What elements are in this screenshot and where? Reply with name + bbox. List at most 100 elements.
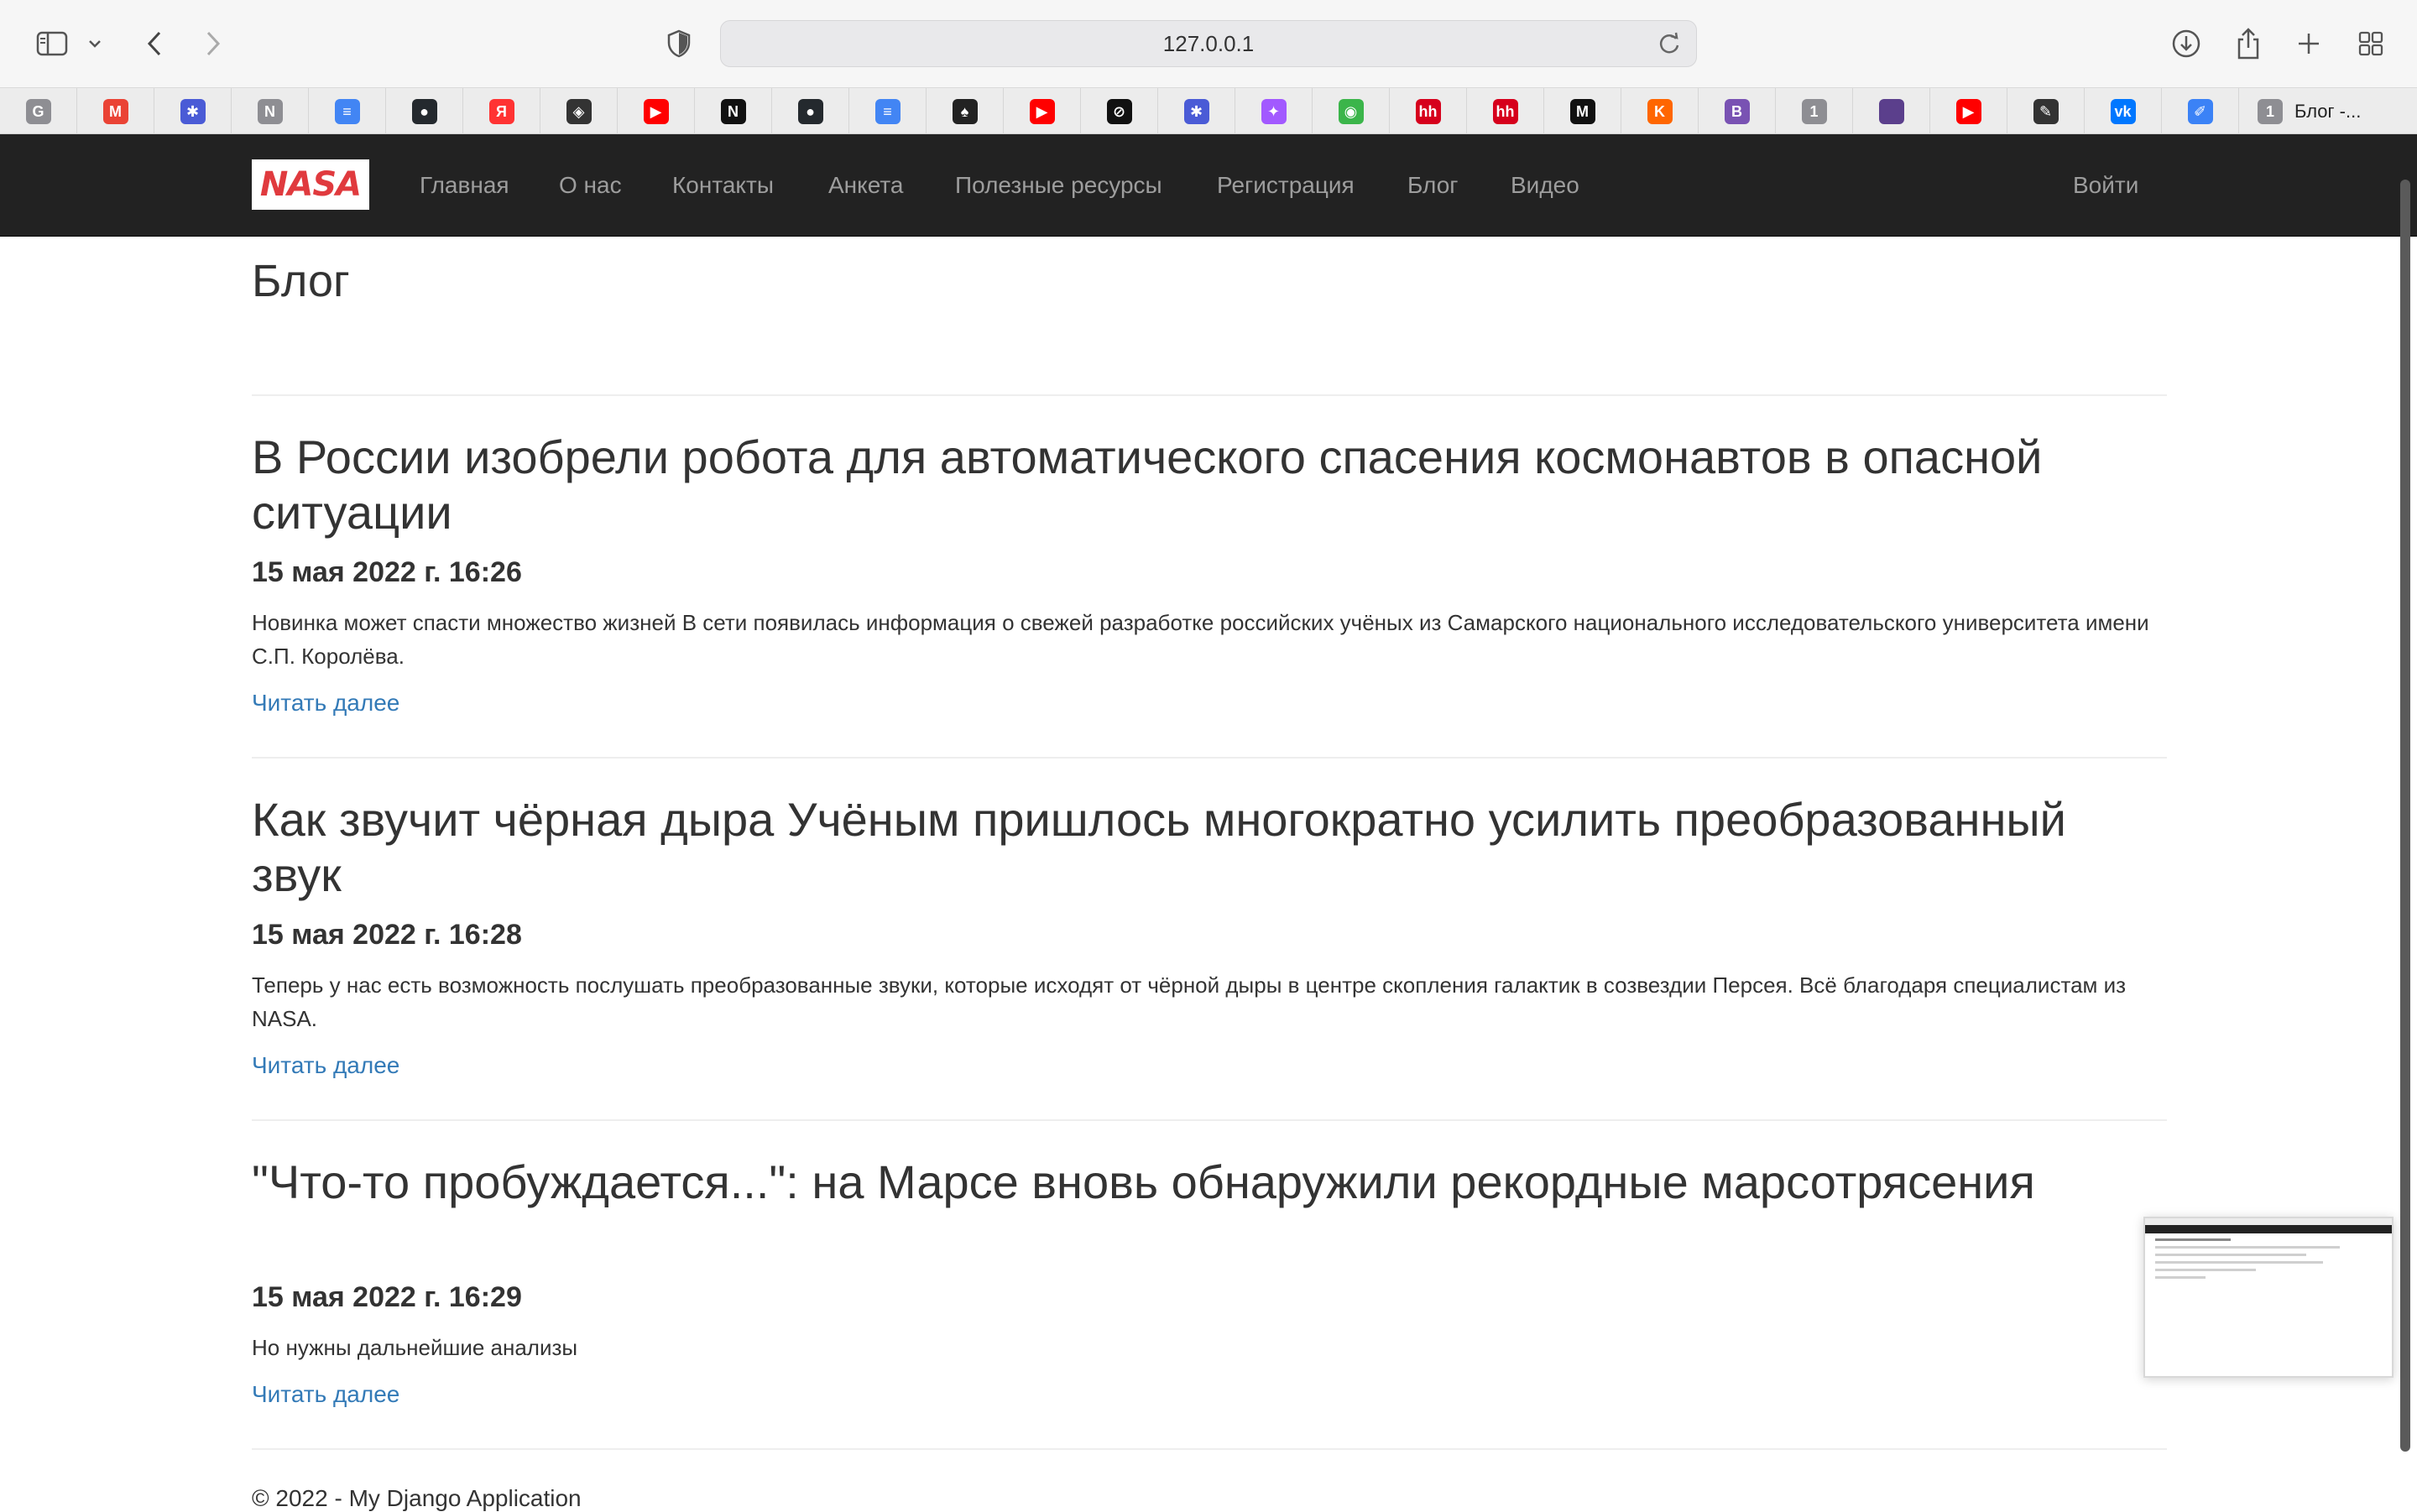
favorite-item[interactable]: ✱ [154, 88, 232, 135]
favorite-item[interactable]: ● [386, 88, 463, 135]
favorite-item[interactable]: G [0, 88, 77, 135]
favorite-item[interactable] [1853, 88, 1930, 135]
nasa-logo[interactable]: NASA [252, 159, 369, 210]
download-icon[interactable] [2170, 22, 2202, 65]
favorite-item[interactable]: vk [2085, 88, 2162, 135]
logo-text: NASA [259, 165, 362, 204]
divider [252, 1119, 2167, 1121]
feather-icon: ✐ [2187, 99, 2213, 124]
post-date: 15 мая 2022 г. 16:29 [252, 1281, 522, 1313]
favorite-item[interactable]: ◉ [1313, 88, 1390, 135]
screenshot-thumbnail[interactable] [2143, 1217, 2394, 1378]
favorite-item[interactable]: ▶ [1930, 88, 2007, 135]
scrollbar[interactable] [2400, 180, 2410, 1452]
thumbnail-line [2155, 1254, 2306, 1256]
post-title: В России изобрели робота для автоматичес… [252, 430, 2043, 539]
gmail-icon: M [102, 99, 128, 124]
favorite-item[interactable]: ▶ [618, 88, 695, 135]
hh-icon: hh [1415, 99, 1441, 124]
nav-item-survey[interactable]: Анкета [828, 164, 903, 206]
nav-item-registration[interactable]: Регистрация [1217, 164, 1355, 206]
read-more-link[interactable]: Читать далее [252, 690, 399, 717]
favorite-item[interactable]: hh [1390, 88, 1467, 135]
nav-item-home[interactable]: Главная [420, 164, 509, 206]
favorite-item[interactable]: M [77, 88, 154, 135]
favorite-item[interactable]: ♠ [927, 88, 1004, 135]
post-text: Новинка может спасти множество жизней В … [252, 610, 2149, 669]
browser-toolbar: 127.0.0.1 [0, 0, 2417, 87]
vk-icon: vk [2110, 99, 2136, 124]
favorite-item[interactable]: B [1699, 88, 1776, 135]
favorite-item[interactable]: ⊘ [1081, 88, 1158, 135]
shield-icon[interactable] [665, 22, 693, 65]
thumbnail-line [2155, 1238, 2231, 1241]
page-title: Блог [252, 256, 350, 306]
read-more-link[interactable]: Читать далее [252, 1052, 399, 1079]
favorite-item[interactable]: N [232, 88, 309, 135]
favorite-item[interactable]: hh [1467, 88, 1544, 135]
favorites-bar: G M ✱ N ≡ ● Я ◈ ▶ N ● ≡ ♠ ▶ ⊘ ✱ ✦ ◉ hh hh M K B 1 ▶ ✎ vk ✐ 1 Блог -… [0, 87, 2417, 135]
post-text: Теперь у нас есть возможность послушать … [252, 972, 2127, 1031]
yandex-icon: Я [488, 99, 514, 124]
link-icon: ⊘ [1106, 99, 1132, 124]
thumbnail-line [2155, 1261, 2323, 1264]
green-circle-icon: ◉ [1338, 99, 1364, 124]
site-navbar: NASA Главная О нас Контакты Анкета Полез… [0, 134, 2417, 237]
post-title: "Что-то пробуждается...": на Марсе вновь… [252, 1155, 2035, 1208]
circle-logo-icon: ◈ [566, 99, 592, 124]
nav-item-about[interactable]: О нас [559, 164, 622, 206]
read-more-link[interactable]: Читать далее [252, 1381, 399, 1408]
favorite-item[interactable]: Я [463, 88, 540, 135]
docs-icon: ≡ [874, 99, 901, 124]
favorite-item[interactable]: ✦ [1235, 88, 1313, 135]
favorite-item[interactable]: ◈ [540, 88, 618, 135]
hh-icon: hh [1492, 99, 1518, 124]
favorite-item[interactable]: M [1544, 88, 1621, 135]
nav-item-contacts[interactable]: Контакты [672, 164, 774, 206]
nav-item-resources[interactable]: Полезные ресурсы [955, 164, 1162, 206]
share-icon[interactable] [2232, 22, 2264, 65]
url-text: 127.0.0.1 [1162, 30, 1255, 56]
thumbnail-line [2155, 1269, 2256, 1271]
favorite-item[interactable]: ▶ [1004, 88, 1081, 135]
figma-icon: ✦ [1261, 99, 1287, 124]
favorite-item[interactable]: ✱ [1158, 88, 1235, 135]
nav-item-video[interactable]: Видео [1511, 164, 1579, 206]
thumbnail-line [2155, 1276, 2206, 1279]
chevron-down-icon[interactable] [84, 22, 106, 65]
puzzle-icon: ✱ [1183, 99, 1209, 124]
back-icon[interactable] [138, 22, 171, 65]
github-icon: ● [797, 99, 823, 124]
divider [252, 757, 2167, 759]
kinopoisk-icon: K [1647, 99, 1673, 124]
youtube-icon: ▶ [1029, 99, 1055, 124]
tab-favicon-icon: 1 [2258, 99, 2283, 124]
favorite-item[interactable]: 1 [1776, 88, 1853, 135]
post-date: 15 мая 2022 г. 16:26 [252, 556, 522, 588]
favorite-item[interactable]: ≡ [849, 88, 927, 135]
nav-item-blog[interactable]: Блог [1407, 164, 1459, 206]
favorite-item[interactable]: ✎ [2007, 88, 2085, 135]
favorite-item[interactable]: K [1621, 88, 1699, 135]
tab-title: Блог -... [2294, 101, 2362, 122]
divider [252, 394, 2167, 396]
favorite-item[interactable]: ● [772, 88, 849, 135]
one-icon: 1 [1801, 99, 1827, 124]
login-link[interactable]: Войти [2073, 164, 2138, 206]
sidebar-toggle-icon[interactable] [34, 22, 70, 65]
post-text: Но нужны дальнейшие анализы [252, 1335, 578, 1360]
thumbnail-line [2155, 1246, 2340, 1249]
forward-icon[interactable] [196, 22, 230, 65]
tab-overview-icon[interactable] [2355, 22, 2387, 65]
thumbnail-toolbar [2145, 1218, 2392, 1225]
docs-icon: ≡ [334, 99, 360, 124]
favorite-item[interactable]: ≡ [309, 88, 386, 135]
bootstrap-icon: B [1724, 99, 1750, 124]
favorite-item[interactable]: N [695, 88, 772, 135]
tab-item[interactable]: 1 Блог -... [2219, 88, 2417, 135]
divider [252, 1448, 2167, 1450]
reload-icon[interactable] [1657, 31, 1681, 62]
address-bar[interactable]: 127.0.0.1 [720, 20, 1697, 67]
sketch-icon: ✎ [2033, 99, 2059, 124]
new-tab-icon[interactable] [2293, 22, 2325, 65]
